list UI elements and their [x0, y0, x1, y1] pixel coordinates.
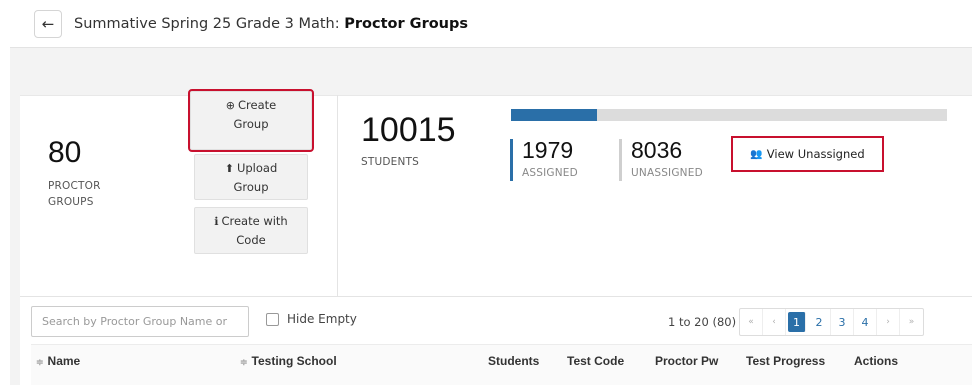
students-count: 10015: [361, 111, 456, 149]
students-label: STUDENTS: [361, 156, 420, 168]
button-label: View Unassigned: [766, 147, 865, 161]
hide-empty-checkbox[interactable]: [266, 312, 279, 326]
search-input[interactable]: Search by Proctor Group Name or: [31, 306, 249, 337]
title-prefix: Summative Spring 25 Grade 3 Math:: [74, 16, 345, 32]
back-button[interactable]: ←: [34, 10, 62, 38]
last-page-button[interactable]: »: [900, 309, 923, 335]
column-header-actions: Actions: [854, 354, 899, 368]
unassigned-marker: [619, 139, 622, 181]
page-header: ← Summative Spring 25 Grade 3 Math: Proc…: [10, 2, 972, 48]
button-label: Create: [238, 98, 277, 112]
button-label: Group: [233, 117, 269, 131]
column-header-proctor-pw: Proctor Pw: [655, 354, 719, 368]
hide-empty-label: Hide Empty: [287, 312, 357, 326]
prev-page-button[interactable]: ‹: [763, 309, 786, 335]
unassigned-count: 8036: [631, 137, 683, 163]
upload-icon: ⬆: [224, 162, 234, 175]
label-line: PROCTOR: [48, 180, 101, 192]
proctor-groups-count: 80: [48, 136, 82, 169]
view-unassigned-button[interactable]: 👥 View Unassigned: [731, 136, 884, 172]
column-header-students: Students: [488, 354, 540, 368]
upload-group-button[interactable]: ⬆ Upload Group: [194, 154, 308, 200]
label-line: GROUPS: [48, 196, 94, 208]
column-header-test-progress: Test Progress: [746, 354, 826, 368]
page-button-1[interactable]: 1: [788, 312, 806, 332]
assignment-progress-bar: [511, 109, 947, 121]
create-group-button[interactable]: ⊕ Create Group: [188, 89, 314, 152]
proctor-groups-label: PROCTOR GROUPS: [48, 178, 101, 210]
divider: [337, 95, 338, 297]
title-bold: Proctor Groups: [344, 16, 469, 32]
sort-icon: ≑: [36, 357, 44, 367]
button-label: Create with: [221, 214, 288, 228]
create-with-code-button[interactable]: ℹ Create with Code: [194, 207, 308, 254]
unassigned-label: UNASSIGNED: [631, 167, 703, 179]
page-title: Summative Spring 25 Grade 3 Math: Procto…: [74, 16, 468, 32]
hide-empty-toggle[interactable]: Hide Empty: [266, 312, 357, 326]
pagination: « ‹ 1 2 3 4 › »: [739, 308, 924, 336]
page-button-4[interactable]: 4: [854, 309, 877, 335]
plus-circle-icon: ⊕: [225, 99, 235, 112]
column-header-testing-school[interactable]: ≑ Testing School: [240, 354, 337, 368]
assigned-count: 1979: [522, 137, 574, 163]
button-label: Group: [233, 180, 269, 194]
assigned-marker: [510, 139, 513, 181]
users-icon: 👥: [750, 148, 763, 160]
pagination-range: 1 to 20 (80): [668, 315, 737, 329]
first-page-button[interactable]: «: [740, 309, 763, 335]
page-button-3[interactable]: 3: [831, 309, 854, 335]
next-page-button[interactable]: ›: [877, 309, 900, 335]
divider: [20, 296, 972, 297]
sort-icon: ≑: [240, 357, 248, 367]
assigned-label: ASSIGNED: [522, 167, 578, 179]
column-header-name[interactable]: ≑ Name: [36, 354, 80, 368]
page-button-2[interactable]: 2: [808, 309, 831, 335]
assigned-progress-fill: [511, 109, 598, 121]
button-label: Code: [236, 233, 266, 247]
column-label: Name: [47, 354, 81, 368]
arrow-left-icon: ←: [41, 15, 55, 33]
column-label: Testing School: [251, 354, 337, 368]
info-icon: ℹ: [214, 215, 219, 228]
button-label: Upload: [236, 161, 278, 175]
column-header-test-code: Test Code: [567, 354, 625, 368]
